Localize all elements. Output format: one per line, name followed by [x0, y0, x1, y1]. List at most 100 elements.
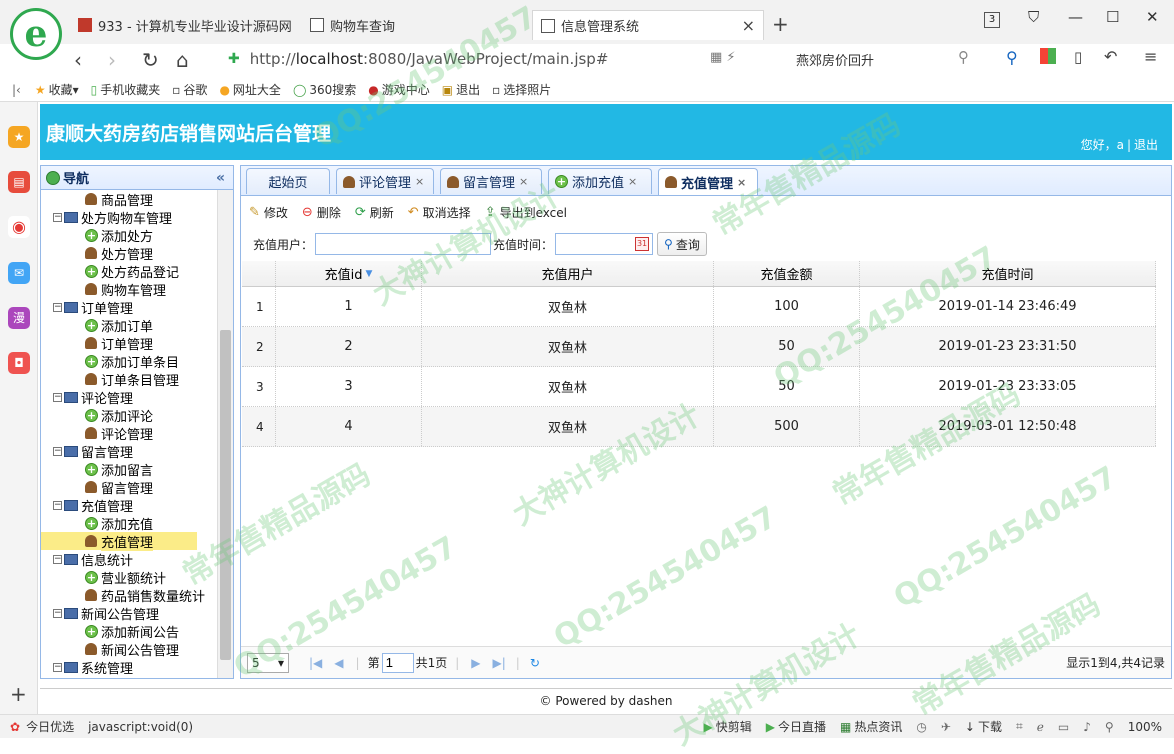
nav-item[interactable]: 新闻公告管理 [41, 640, 219, 659]
comic-icon[interactable]: 漫 [8, 307, 30, 329]
browser-logo-icon[interactable]: e [10, 8, 62, 60]
last-page-icon[interactable]: ▶| [493, 656, 506, 670]
nav-item[interactable]: 药品销售数量统计 [41, 586, 219, 605]
scroll-thumb[interactable] [220, 330, 231, 660]
add-sidebar-icon[interactable]: + [10, 682, 27, 706]
nav-item[interactable]: − 系统管理 [41, 658, 219, 677]
pin-icon[interactable]: ✈ [941, 720, 951, 734]
nav-item[interactable]: + 添加留言 [41, 460, 219, 479]
export-button[interactable]: ⇪ 导出到excel [485, 204, 567, 221]
close-tab-icon[interactable]: × [415, 175, 424, 188]
next-page-icon[interactable]: ▶ [471, 656, 480, 670]
nav-item[interactable]: 留言管理 [41, 478, 219, 497]
nav-item[interactable]: − 信息统计 [41, 550, 219, 569]
page-number-input[interactable] [381, 652, 414, 673]
nav-item[interactable]: − 留言管理 [41, 442, 219, 461]
nav-item[interactable]: − 订单管理 [41, 298, 219, 317]
bookmark-item[interactable]: ▣ 退出 [442, 81, 480, 98]
bookmark-item[interactable]: ▫ 选择照片 [492, 81, 551, 98]
volume-icon[interactable]: ♪ [1083, 720, 1091, 734]
calendar-icon[interactable]: 31 [635, 237, 650, 251]
delete-button[interactable]: ⊖ 删除 [302, 204, 341, 221]
nav-item[interactable]: − 充值管理 [41, 496, 219, 515]
status-daily-pick[interactable]: 今日优选 [26, 718, 74, 735]
close-tab-icon[interactable]: × [519, 175, 528, 188]
apps-icon[interactable] [1040, 48, 1056, 64]
collapse-toggle-icon[interactable]: − [53, 662, 62, 672]
collapse-toggle-icon[interactable]: − [53, 302, 62, 312]
table-row[interactable]: 1 1 双鱼林 100 2019-01-14 23:46:49 [242, 287, 1156, 327]
browser-tab[interactable]: 购物车查询 [310, 10, 530, 40]
qr-icon[interactable]: ▦ ⚡ [710, 50, 736, 65]
user-search-input[interactable] [315, 233, 492, 255]
bookmark-item[interactable]: ▫ 谷歌 [172, 81, 207, 98]
unselect-button[interactable]: ↶ 取消选择 [408, 204, 471, 221]
nav-item[interactable]: − 新闻公告管理 [41, 604, 219, 623]
bookmark-item[interactable]: ◯ 360搜索 [293, 81, 356, 98]
close-window-icon[interactable]: ✕ [1146, 8, 1159, 26]
collapse-toggle-icon[interactable]: − [53, 212, 62, 222]
table-row[interactable]: 4 4 双鱼林 500 2019-03-01 12:50:48 [242, 407, 1156, 447]
page-tab-active[interactable]: 充值管理 × [658, 168, 758, 195]
status-item[interactable]: ▦ 热点资讯 [840, 718, 902, 735]
close-tab-icon[interactable]: × [742, 16, 755, 35]
column-header[interactable]: 充值时间 [860, 261, 1156, 286]
collapse-icon[interactable]: « [216, 170, 225, 186]
tab-count-badge[interactable]: 3 [984, 12, 1000, 28]
close-tab-icon[interactable]: × [628, 175, 637, 188]
collapse-toggle-icon[interactable]: − [53, 554, 62, 564]
shirt-icon[interactable]: ⛉ [1028, 8, 1039, 26]
news-icon[interactable]: ▤ [8, 171, 30, 193]
zoom-icon[interactable]: ⚲ [1105, 720, 1114, 734]
page-tab[interactable]: 留言管理 × [440, 168, 542, 194]
weibo-icon[interactable]: ◉ [8, 216, 30, 238]
logout-link[interactable]: 退出 [1134, 138, 1158, 152]
zoom-level[interactable]: 100% [1128, 720, 1162, 734]
column-header[interactable]: 充值金额 [714, 261, 860, 286]
first-page-icon[interactable]: |◀ [309, 656, 322, 670]
nav-item[interactable]: 订单条目管理 [41, 370, 219, 389]
nav-item[interactable]: − 处方购物车管理 [41, 208, 219, 227]
news-hint[interactable]: 燕郊房价回升 [796, 50, 874, 69]
magnifier-icon[interactable]: ⚲ [1006, 48, 1018, 67]
back-icon[interactable]: ‹ [74, 48, 82, 72]
bookmark-item[interactable]: ● 网址大全 [219, 81, 281, 98]
browser-tab-active[interactable]: 信息管理系统 × [532, 10, 764, 40]
nav-item[interactable]: + 添加充值 [41, 514, 219, 533]
table-row[interactable]: 3 3 双鱼林 50 2019-01-23 23:33:05 [242, 367, 1156, 407]
phone-icon[interactable]: ▯ [1074, 48, 1082, 66]
prev-page-icon[interactable]: ◀ [334, 656, 343, 670]
search-icon[interactable]: ⚲ [958, 48, 969, 66]
page-size-select[interactable]: 5 ▾ [247, 652, 289, 673]
nav-item[interactable]: 评论管理 [41, 424, 219, 443]
nav-item[interactable]: + 添加订单条目 [41, 352, 219, 371]
minimize-icon[interactable]: — [1068, 8, 1083, 26]
nav-item[interactable]: + 处方药品登记 [41, 262, 219, 281]
reload-icon[interactable]: ↻ [142, 48, 159, 72]
nav-item[interactable]: + 添加新闻公告 [41, 622, 219, 641]
menu-icon[interactable]: ≡ [1144, 47, 1157, 66]
nav-item[interactable]: + 添加评论 [41, 406, 219, 425]
nav-item[interactable]: + 添加订单 [41, 316, 219, 335]
gamepad-icon[interactable]: ◘ [8, 352, 30, 374]
bookmark-item[interactable]: ▯ 手机收藏夹 [91, 81, 161, 98]
bookmark-item[interactable]: ★ 收藏 ▾ [35, 81, 79, 98]
nav-item[interactable]: 处方管理 [41, 244, 219, 263]
maximize-icon[interactable]: ☐ [1106, 8, 1119, 26]
date-input[interactable]: 31 [555, 233, 654, 255]
home-icon[interactable]: ⌂ [176, 48, 189, 72]
bookmark-item[interactable]: ● 游戏中心 [368, 81, 430, 98]
nav-item[interactable]: + 营业额统计 [41, 568, 219, 587]
page-tab[interactable]: + 添加充值 × [548, 168, 652, 194]
nav-item[interactable]: − 评论管理 [41, 388, 219, 407]
query-button[interactable]: ⚲ 查询 [657, 232, 707, 256]
browser-tab[interactable]: 933 - 计算机专业毕业设计源码网 [78, 10, 300, 40]
speed-icon[interactable]: ◷ [916, 720, 926, 734]
browser-icon[interactable]: ℯ [1037, 720, 1044, 734]
page-tab[interactable]: 起始页 [246, 168, 330, 194]
undo-icon[interactable]: ↶ [1104, 47, 1117, 66]
status-item[interactable]: ▶ 今日直播 [766, 718, 826, 735]
nav-item[interactable]: 充值管理 [41, 531, 197, 551]
download-button[interactable]: ↓ 下载 [965, 718, 1002, 735]
collapse-toggle-icon[interactable]: − [53, 446, 62, 456]
